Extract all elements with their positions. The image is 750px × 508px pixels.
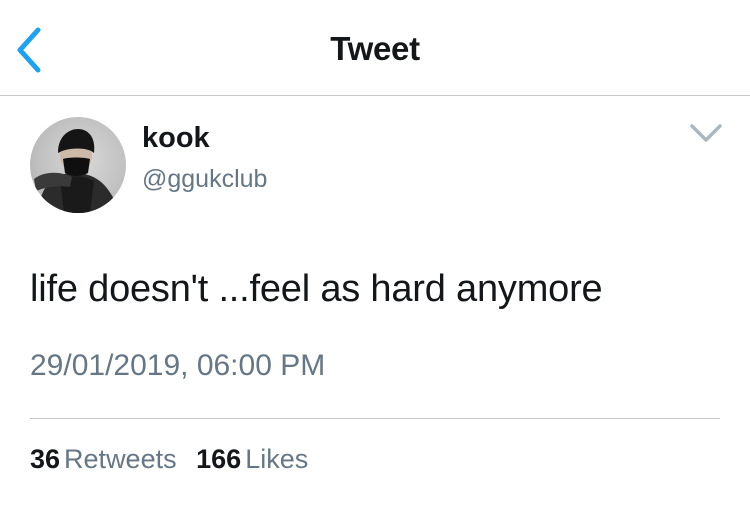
retweets-stat[interactable]: 36 Retweets [30, 444, 177, 475]
tweet-menu-button[interactable] [686, 118, 726, 148]
likes-count: 166 [196, 444, 242, 474]
author-handle[interactable]: @ggukclub [142, 165, 267, 194]
avatar[interactable] [30, 117, 126, 213]
tweet-timestamp: 29/01/2019, 06:00 PM [30, 349, 326, 382]
retweets-label: Retweets [64, 444, 177, 474]
tweet-text: life doesn't ...feel as hard anymore [30, 268, 603, 310]
divider [30, 418, 720, 419]
chevron-down-icon [690, 124, 722, 142]
avatar-photo [34, 129, 120, 213]
likes-label: Likes [245, 444, 309, 474]
tweet-detail-screen: Tweet kook @ggukclub life doesn't ...fee… [0, 0, 750, 508]
likes-stat[interactable]: 166 Likes [196, 444, 308, 475]
tweet-stats: 36 Retweets 166 Likes [30, 444, 320, 475]
navigation-bar: Tweet [0, 0, 750, 96]
page-title: Tweet [330, 30, 420, 67]
author-name[interactable]: kook [142, 122, 210, 155]
retweets-count: 36 [30, 444, 61, 474]
